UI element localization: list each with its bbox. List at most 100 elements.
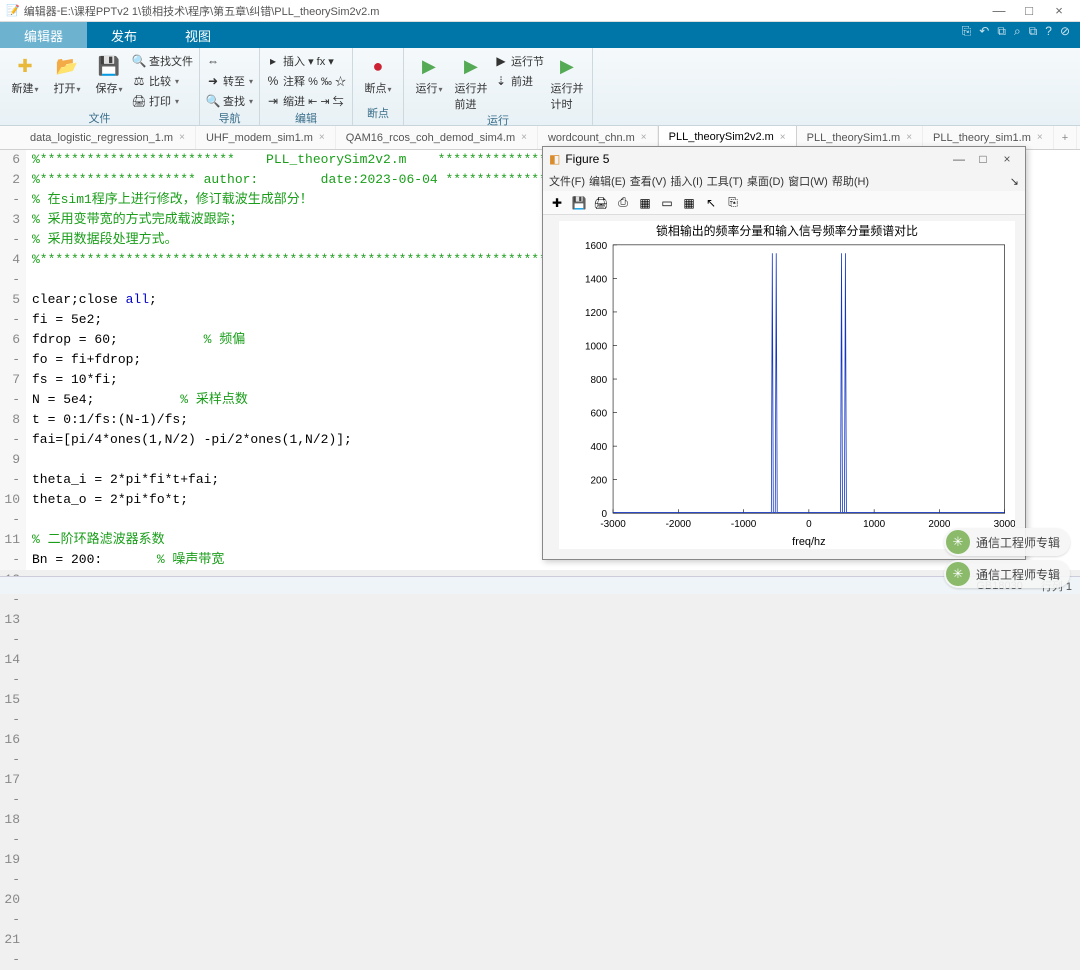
figure-menu-item[interactable]: 窗口(W) xyxy=(788,173,828,189)
xlabel: freq/hz xyxy=(792,536,825,548)
file-tab-label: PLL_theorySim2v2.m xyxy=(669,131,774,143)
ribbon-btn-断点[interactable]: ●断点 xyxy=(359,50,397,96)
figure-toolbar-icon[interactable]: ⎘ xyxy=(725,195,741,211)
close-tab-icon[interactable]: × xyxy=(780,132,786,143)
figure-max-button[interactable]: □ xyxy=(971,152,995,166)
axes[interactable]: 锁相输出的频率分量和输入信号频率分量频谱对比020040060080010001… xyxy=(559,221,1015,549)
ribbon-btn-前进[interactable]: ⇣前进 xyxy=(494,72,544,90)
ribbon-btn-运行并计时[interactable]: ▶运行并计时 xyxy=(548,50,586,112)
figure-titlebar[interactable]: ◧ Figure 5 — □ × xyxy=(543,147,1025,171)
figure-toolbar-icon[interactable]: 💾 xyxy=(571,195,587,211)
line-number: 18 - xyxy=(0,810,20,850)
ribbon-btn-运行[interactable]: ▶运行 xyxy=(410,50,448,96)
qat-icon[interactable]: ⊘ xyxy=(1060,24,1070,39)
xtick-label: 0 xyxy=(806,519,812,530)
ribbon-btn-打开[interactable]: 📂打开 xyxy=(48,50,86,96)
close-tab-icon[interactable]: × xyxy=(906,132,912,143)
line-number: 17 - xyxy=(0,770,20,810)
figure-menu-item[interactable]: 工具(T) xyxy=(707,173,743,189)
ribbon-icon: ⇥ xyxy=(266,94,280,108)
figure-min-button[interactable]: — xyxy=(947,152,971,166)
ribbon: ✚新建📂打开💾保存🔍查找文件⚖比较🖨打印文件⇔➜转至🔍查找导航▸插入 ▾ fx … xyxy=(0,48,1080,126)
max-button[interactable]: □ xyxy=(1014,3,1044,18)
ribbon-btn-运行并前进[interactable]: ▶运行并前进 xyxy=(452,50,490,112)
figure-window[interactable]: ◧ Figure 5 — □ × 文件(F)编辑(E)查看(V)插入(I) 工具(… xyxy=(542,146,1026,560)
close-tab-icon[interactable]: × xyxy=(1037,132,1043,143)
ribbon-btn-插入 ▾ fx ▾[interactable]: ▸插入 ▾ fx ▾ xyxy=(266,52,346,70)
file-tab[interactable]: QAM16_rcos_coh_demod_sim4.m× xyxy=(336,126,538,149)
figure-toolbar-icon[interactable]: ⎙ xyxy=(615,195,631,211)
ribbon-group-编辑: ▸插入 ▾ fx ▾%注释 % ‰ ☆⇥缩进 ⇤ ⇥ ⇆编辑 xyxy=(260,48,353,125)
ribbon-tab-发布[interactable]: 发布 xyxy=(87,22,161,48)
figure-toolbar-icon[interactable]: 🖨 xyxy=(593,195,609,211)
ribbon-btn-运行节[interactable]: ▶运行节 xyxy=(494,52,544,70)
ribbon-icon: % xyxy=(266,74,280,88)
chart-title: 锁相输出的频率分量和输入信号频率分量频谱对比 xyxy=(656,224,918,238)
ribbon-btn-新建[interactable]: ✚新建 xyxy=(6,50,44,96)
ribbon-icon: ⇣ xyxy=(494,74,508,88)
figure-toolbar: ✚ 💾 🖨 ⎙ ▦ ▭ ▦ ↖ ⎘ xyxy=(543,191,1025,215)
wechat-icon: ✳ xyxy=(946,530,970,554)
qat-icon[interactable]: ↶ xyxy=(979,24,989,39)
ytick-label: 1400 xyxy=(585,274,608,285)
xtick-label: -1000 xyxy=(731,519,757,530)
ribbon-btn-⇔[interactable]: ⇔ xyxy=(206,52,253,70)
figure-menu-item[interactable]: 插入(I) xyxy=(670,173,702,189)
ribbon-btn-注释 % ‰ ☆[interactable]: %注释 % ‰ ☆ xyxy=(266,72,346,90)
close-tab-icon[interactable]: × xyxy=(521,132,527,143)
ribbon-btn-缩进 ⇤ ⇥ ⇆[interactable]: ⇥缩进 ⇤ ⇥ ⇆ xyxy=(266,92,346,110)
figure-menu-item[interactable]: 文件(F) xyxy=(549,173,585,189)
xtick-label: -3000 xyxy=(600,519,626,530)
file-tab[interactable]: UHF_modem_sim1.m× xyxy=(196,126,336,149)
ribbon-icon: 💾 xyxy=(97,54,121,78)
ytick-label: 200 xyxy=(591,476,608,487)
ribbon-tabstrip: 编辑器发布视图 xyxy=(0,22,1080,48)
figure-menu-item[interactable]: 帮助(H) xyxy=(832,173,869,189)
ribbon-label: 保存 xyxy=(95,80,122,96)
line-number: 8 - xyxy=(0,410,20,450)
qat-icon[interactable]: ⧉ xyxy=(1029,24,1038,39)
ribbon-btn-查找文件[interactable]: 🔍查找文件 xyxy=(132,52,193,70)
figure-menu-item[interactable]: 编辑(E) xyxy=(589,173,626,189)
figure-menu-more[interactable]: ↘ xyxy=(1010,175,1019,188)
ribbon-icon: ➜ xyxy=(206,74,220,88)
close-tab-icon[interactable]: × xyxy=(319,132,325,143)
ribbon-btn-查找[interactable]: 🔍查找 xyxy=(206,92,253,110)
figure-toolbar-icon[interactable]: ▦ xyxy=(637,195,653,211)
figure-close-button[interactable]: × xyxy=(995,152,1019,166)
ytick-label: 1000 xyxy=(585,341,608,352)
qat-icon[interactable]: ⌕ xyxy=(1014,24,1021,39)
ribbon-btn-保存[interactable]: 💾 保存 xyxy=(90,50,128,96)
line-number: 20 - xyxy=(0,890,20,930)
file-path: E:\课程PPTv2 1\锁相技术\程序\第五章\纠错\PLL_theorySi… xyxy=(60,3,379,19)
figure-toolbar-icon[interactable]: ▦ xyxy=(681,195,697,211)
figure-toolbar-icon[interactable]: ↖ xyxy=(703,195,719,211)
min-button[interactable]: — xyxy=(984,3,1014,18)
qat-icon[interactable]: ⧉ xyxy=(997,24,1006,39)
figure-menu-item[interactable]: 桌面(D) xyxy=(747,173,784,189)
ribbon-tab-视图[interactable]: 视图 xyxy=(161,22,235,48)
ribbon-label: 注释 % ‰ ☆ xyxy=(283,73,346,89)
ribbon-icon: ● xyxy=(366,54,390,78)
ribbon-tab-编辑器[interactable]: 编辑器 xyxy=(0,22,87,48)
file-tab-label: data_logistic_regression_1.m xyxy=(30,132,173,144)
wechat-icon: ✳ xyxy=(946,562,970,586)
figure-toolbar-icon[interactable]: ✚ xyxy=(549,195,565,211)
close-tab-icon[interactable]: × xyxy=(641,132,647,143)
line-number: 7 - xyxy=(0,370,20,410)
ribbon-btn-打印[interactable]: 🖨打印 xyxy=(132,92,193,110)
ribbon-btn-转至[interactable]: ➜转至 xyxy=(206,72,253,90)
ribbon-label: 缩进 ⇤ ⇥ ⇆ xyxy=(283,93,344,109)
ytick-label: 1600 xyxy=(585,241,608,252)
add-tab-button[interactable]: + xyxy=(1054,126,1077,149)
figure-toolbar-icon[interactable]: ▭ xyxy=(659,195,675,211)
qat-icon[interactable]: ? xyxy=(1045,24,1052,39)
close-button[interactable]: × xyxy=(1044,3,1074,18)
file-tab[interactable]: data_logistic_regression_1.m × xyxy=(20,126,196,149)
close-tab-icon[interactable]: × xyxy=(179,132,185,143)
qat-icon[interactable]: ⎘ xyxy=(962,24,972,39)
figure-menu-item[interactable]: 查看(V) xyxy=(630,173,667,189)
line-number: 4 - xyxy=(0,250,20,290)
ribbon-btn-比较[interactable]: ⚖比较 xyxy=(132,72,193,90)
ribbon-icon: ▶ xyxy=(494,54,508,68)
